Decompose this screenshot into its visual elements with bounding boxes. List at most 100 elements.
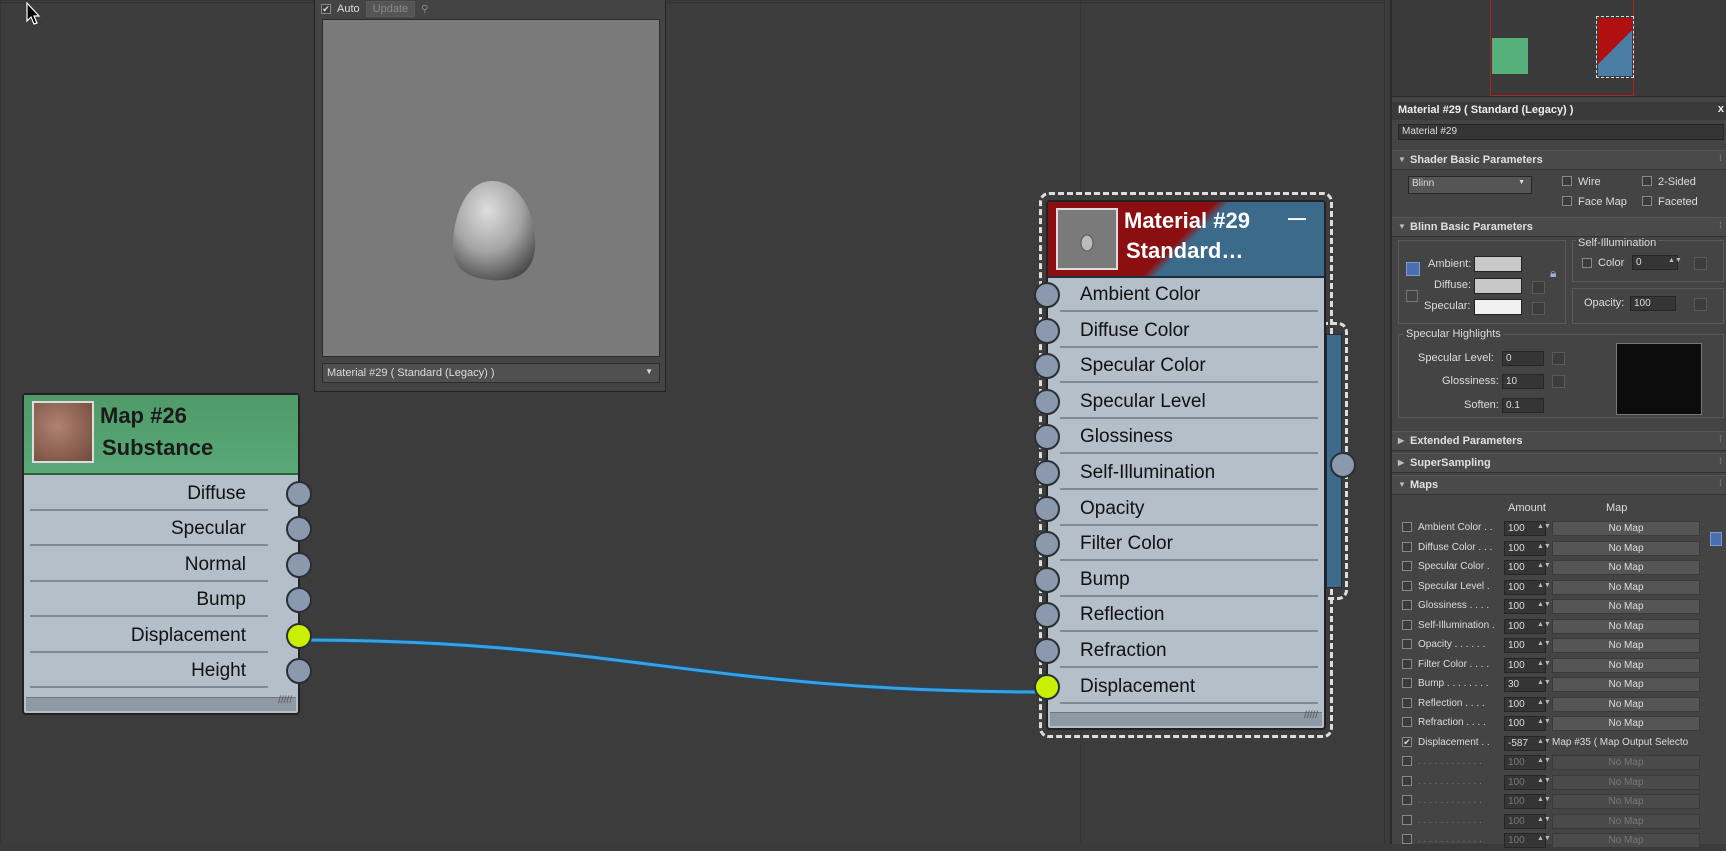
spinner-icon[interactable]: ▲▼ [1537, 679, 1551, 686]
map-slot-button[interactable]: No Map [1552, 657, 1700, 673]
map-slot-button[interactable]: No Map [1552, 579, 1700, 595]
map-slot-checkbox[interactable]: ✔ [1402, 736, 1412, 747]
close-icon[interactable]: x [1718, 103, 1724, 115]
map-output-row[interactable]: Diffuse [30, 477, 268, 511]
map-slot-checkbox[interactable] [1402, 795, 1412, 805]
material-input-row[interactable]: Diffuse Color [1060, 314, 1318, 348]
map-slot-button[interactable]: No Map [1552, 599, 1700, 614]
spinner-icon[interactable]: ▲▼ [1537, 621, 1551, 628]
map-slot-checkbox[interactable] [1402, 600, 1412, 610]
blinn-section-header[interactable]: ▼ Blinn Basic Parameters ⁞ [1392, 217, 1726, 237]
map-slot-button[interactable]: No Map [1552, 794, 1700, 809]
spinner-icon[interactable]: ▲▼ [1537, 777, 1551, 784]
map-slot-checkbox[interactable] [1402, 814, 1412, 825]
spinner-icon[interactable]: ▲▼ [1537, 523, 1551, 530]
map-slot-checkbox[interactable] [1402, 717, 1412, 727]
shader-select[interactable]: Blinn ▼ [1408, 176, 1532, 194]
map-output-row[interactable]: Height [30, 654, 268, 688]
glossiness-value[interactable]: 10 [1502, 374, 1544, 389]
lock-icon[interactable]: 🔒︎ [1550, 266, 1556, 281]
spinner-icon[interactable]: ▲▼ [1537, 640, 1551, 647]
material-input-socket[interactable] [1034, 353, 1060, 380]
map-slot-checkbox[interactable] [1402, 639, 1412, 649]
spinner-icon[interactable]: ▲▼ [1537, 816, 1551, 823]
map-output-socket[interactable] [286, 481, 312, 507]
spinner-icon[interactable]: ▲▼ [1537, 660, 1551, 667]
material-name-field[interactable]: Material #29 [1398, 124, 1724, 140]
material-input-socket[interactable] [1034, 495, 1060, 522]
link-icon[interactable] [1406, 262, 1420, 276]
map-slot-button[interactable]: No Map [1552, 560, 1700, 575]
opacity-value[interactable]: 100 [1630, 296, 1676, 311]
map-slot-button[interactable]: Map #35 ( Map Output Selecto [1552, 735, 1700, 751]
spinner-icon[interactable]: ▲▼ [1537, 796, 1551, 803]
glossiness-map-button[interactable] [1552, 375, 1565, 388]
map-slot-button[interactable]: No Map [1552, 618, 1700, 634]
faceted-checkbox[interactable] [1642, 196, 1652, 206]
ambient-color-swatch[interactable] [1474, 256, 1522, 272]
map-slot-checkbox[interactable] [1402, 580, 1412, 591]
diffuse-color-swatch[interactable] [1474, 278, 1522, 294]
spinner-icon[interactable]: ▲▼ [1668, 257, 1682, 264]
material-node-standard[interactable]: Material #29 Standard… — Ambient Color Di… [1034, 200, 1326, 730]
spinner-icon[interactable]: ▲▼ [1537, 562, 1551, 569]
map-node-substance[interactable]: Map #26 Substance Diffuse Specular Normal B… [22, 393, 312, 715]
two-sided-checkbox[interactable] [1642, 176, 1652, 186]
specular-level-value[interactable]: 0 [1502, 351, 1544, 366]
opacity-map-button[interactable] [1694, 298, 1707, 311]
map-output-socket[interactable] [286, 587, 312, 614]
map-slot-button[interactable]: No Map [1552, 833, 1700, 848]
material-input-socket[interactable] [1034, 638, 1060, 664]
map-output-row[interactable]: Bump [30, 583, 268, 618]
material-input-socket[interactable] [1034, 424, 1060, 451]
spinner-icon[interactable]: ▲▼ [1537, 835, 1551, 842]
material-output-socket[interactable] [1330, 452, 1356, 478]
map-slot-checkbox[interactable] [1402, 541, 1412, 552]
map-slot-button[interactable]: No Map [1552, 813, 1700, 829]
map-slot-button[interactable]: No Map [1552, 755, 1700, 770]
wire-checkbox[interactable] [1562, 176, 1572, 186]
map-slot-checkbox[interactable] [1402, 522, 1412, 532]
material-input-row[interactable]: Ambient Color [1060, 278, 1318, 312]
map-slot-button[interactable]: No Map [1552, 540, 1700, 556]
spinner-icon[interactable]: ▲▼ [1537, 738, 1551, 745]
map-node-header[interactable]: Map #26 Substance [24, 395, 298, 475]
pin-icon[interactable]: ⚲ [421, 4, 428, 15]
face-map-checkbox[interactable] [1562, 196, 1572, 206]
spinner-icon[interactable]: ▲▼ [1537, 699, 1551, 706]
map-slot-checkbox[interactable] [1402, 619, 1412, 630]
material-input-socket[interactable] [1034, 566, 1060, 593]
material-input-socket[interactable] [1034, 317, 1060, 344]
auto-checkbox[interactable]: ✔ [321, 4, 331, 14]
link-icon[interactable] [1406, 290, 1418, 302]
map-output-row[interactable]: Displacement [30, 619, 268, 653]
spinner-icon[interactable]: ▲▼ [1537, 757, 1551, 764]
material-input-row[interactable]: Filter Color [1060, 527, 1318, 562]
material-input-socket[interactable] [1034, 282, 1060, 308]
map-slot-checkbox[interactable] [1402, 775, 1412, 786]
map-slot-checkbox[interactable] [1402, 756, 1412, 766]
map-slot-checkbox[interactable] [1402, 658, 1412, 669]
self-illum-map-button[interactable] [1694, 257, 1707, 270]
specular-level-map-button[interactable] [1552, 352, 1565, 365]
map-output-socket[interactable] [286, 658, 312, 684]
material-input-socket[interactable] [1034, 602, 1060, 629]
spinner-icon[interactable]: ▲▼ [1537, 543, 1551, 550]
map-slot-button[interactable]: No Map [1552, 696, 1700, 712]
map-slot-button[interactable]: No Map [1552, 638, 1700, 653]
map-output-socket[interactable] [286, 622, 312, 649]
map-slot-button[interactable]: No Map [1552, 716, 1700, 731]
material-input-row[interactable]: Bump [1060, 563, 1318, 597]
map-slot-checkbox[interactable] [1402, 697, 1412, 708]
map-slot-checkbox[interactable] [1402, 678, 1412, 688]
maps-section-header[interactable]: ▼ Maps ⁞ [1392, 475, 1726, 495]
material-input-row[interactable]: Glossiness [1060, 420, 1318, 455]
extended-section-header[interactable]: ▶ Extended Parameters ⁞ [1392, 431, 1726, 451]
material-node-header[interactable]: Material #29 Standard… — [1048, 202, 1324, 278]
map-slot-button[interactable]: No Map [1552, 521, 1700, 536]
material-input-row[interactable]: Specular Level [1060, 385, 1318, 419]
map-output-row[interactable]: Normal [30, 548, 268, 582]
material-input-socket[interactable] [1034, 673, 1060, 700]
map-slot-checkbox[interactable] [1402, 561, 1412, 571]
soften-value[interactable]: 0.1 [1502, 398, 1544, 413]
